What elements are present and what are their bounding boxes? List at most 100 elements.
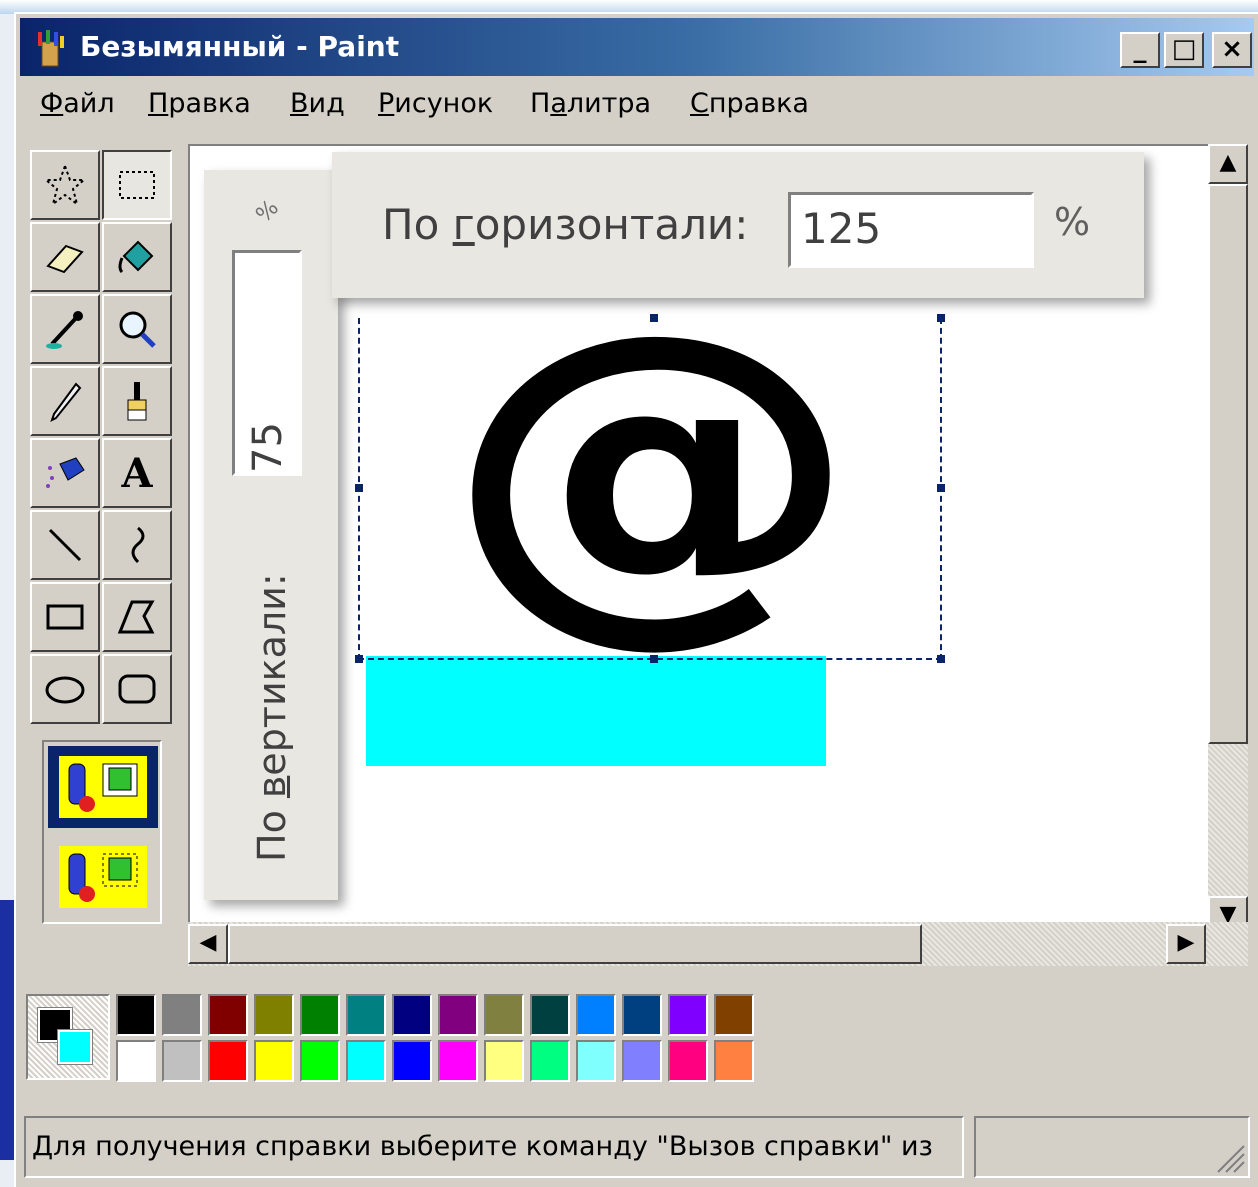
palette-swatch[interactable]: [208, 994, 248, 1036]
close-button[interactable]: ×: [1212, 32, 1252, 68]
menu-help[interactable]: Справка: [690, 88, 809, 119]
tool-rounded-rect[interactable]: [102, 654, 172, 724]
star-select-icon: [43, 163, 87, 207]
color-palette: [20, 976, 1254, 1096]
menu-image-accel: Р: [378, 88, 395, 119]
palette-swatch[interactable]: [576, 1040, 616, 1082]
horizontal-scroll-thumb[interactable]: [228, 924, 922, 964]
scroll-left-button[interactable]: ◀: [188, 924, 228, 964]
tool-rectangle[interactable]: [30, 582, 100, 652]
title-bar[interactable]: Безымянный - Paint _ □ ×: [20, 18, 1254, 76]
palette-swatch[interactable]: [116, 1040, 156, 1082]
at-sign-image: @: [445, 256, 859, 675]
palette-swatch[interactable]: [438, 1040, 478, 1082]
vertical-value-input[interactable]: 75: [232, 250, 302, 476]
palette-swatch[interactable]: [162, 1040, 202, 1082]
vertical-scrollbar[interactable]: ▲ ▼: [1208, 144, 1248, 936]
resize-handle-right[interactable]: [937, 484, 945, 492]
vertical-scroll-thumb[interactable]: [1208, 184, 1248, 744]
magnifier-icon: [119, 311, 156, 348]
minimize-button[interactable]: _: [1120, 32, 1160, 68]
opaque-mode-icon: [59, 756, 147, 818]
tool-magnifier[interactable]: [102, 294, 172, 364]
resize-handle-bottom-left[interactable]: [355, 655, 363, 663]
menu-help-accel: С: [690, 88, 709, 119]
tool-eraser[interactable]: [30, 222, 100, 292]
palette-swatch[interactable]: [116, 994, 156, 1036]
tool-fill[interactable]: [102, 222, 172, 292]
horizontal-label-pre: По: [382, 200, 453, 249]
tool-curve[interactable]: [102, 510, 172, 580]
percent-small-icon: %: [251, 198, 283, 226]
menu-file-accel: Ф: [40, 88, 64, 119]
tool-text[interactable]: A: [102, 438, 172, 508]
palette-swatch[interactable]: [484, 994, 524, 1036]
option-opaque[interactable]: [48, 746, 158, 828]
eyedropper-icon: [46, 311, 83, 349]
horizontal-label-accel: г: [452, 200, 475, 249]
palette-swatch[interactable]: [346, 994, 386, 1036]
background-color: [57, 1029, 93, 1065]
palette-swatch[interactable]: [622, 1040, 662, 1082]
transparent-mode-icon: [59, 846, 147, 908]
tool-options-box: [42, 740, 162, 924]
vertical-label-post: ертикали:: [250, 573, 294, 776]
menu-file[interactable]: Файл: [40, 88, 115, 119]
vertical-label-accel: в: [250, 775, 294, 799]
palette-swatch[interactable]: [300, 1040, 340, 1082]
scroll-up-button[interactable]: ▲: [1208, 144, 1248, 184]
palette-swatch[interactable]: [392, 994, 432, 1036]
horizontal-value-input[interactable]: 125: [788, 192, 1034, 268]
palette-swatch[interactable]: [438, 994, 478, 1036]
maximize-button[interactable]: □: [1164, 32, 1204, 68]
resize-handle-left[interactable]: [355, 484, 363, 492]
palette-swatch[interactable]: [668, 1040, 708, 1082]
menu-bar: Файл Правка Вид Рисунок Палитра Справка: [20, 80, 1254, 136]
palette-swatch[interactable]: [346, 1040, 386, 1082]
tool-ellipse[interactable]: [30, 654, 100, 724]
palette-swatch[interactable]: [714, 994, 754, 1036]
palette-swatch[interactable]: [484, 1040, 524, 1082]
palette-swatch[interactable]: [576, 994, 616, 1036]
palette-swatch[interactable]: [254, 1040, 294, 1082]
horizontal-scrollbar[interactable]: ◀ ▶: [188, 922, 1248, 966]
rect-select-icon: [119, 171, 155, 199]
menu-image[interactable]: Рисунок: [378, 88, 493, 119]
tool-free-select[interactable]: [30, 150, 100, 220]
palette-swatch[interactable]: [392, 1040, 432, 1082]
eraser-icon: [46, 244, 84, 274]
palette-swatch[interactable]: [622, 994, 662, 1036]
rounded-rect-icon: [118, 674, 156, 704]
tool-polygon[interactable]: [102, 582, 172, 652]
current-colors[interactable]: [26, 994, 110, 1080]
toolbox: A: [28, 148, 176, 728]
palette-swatch[interactable]: [714, 1040, 754, 1082]
tool-brush[interactable]: [102, 366, 172, 436]
palette-swatch[interactable]: [668, 994, 708, 1036]
tool-line[interactable]: [30, 510, 100, 580]
tool-rect-select[interactable]: [102, 150, 172, 220]
resize-handle-top-right[interactable]: [937, 314, 945, 322]
scroll-right-button[interactable]: ▶: [1166, 924, 1206, 964]
selection-frame[interactable]: @: [355, 276, 945, 663]
palette-swatch[interactable]: [530, 1040, 570, 1082]
tool-eyedropper[interactable]: [30, 294, 100, 364]
palette-swatch[interactable]: [208, 1040, 248, 1082]
palette-swatch[interactable]: [162, 994, 202, 1036]
palette-swatch[interactable]: [530, 994, 570, 1036]
menu-view[interactable]: Вид: [290, 88, 345, 119]
menu-edit[interactable]: Правка: [148, 88, 251, 119]
tool-airbrush[interactable]: [30, 438, 100, 508]
palette-swatch[interactable]: [254, 994, 294, 1036]
vertical-value: 75: [245, 422, 291, 473]
horizontal-label: По горизонтали:: [382, 200, 748, 249]
option-transparent[interactable]: [48, 836, 158, 918]
resize-handle-bottom-right[interactable]: [937, 655, 945, 663]
text-icon: A: [121, 449, 153, 497]
status-coordinates: [974, 1116, 1250, 1178]
tool-pencil[interactable]: [30, 366, 100, 436]
vertical-label: По вертикали:: [250, 573, 294, 862]
pencil-icon: [50, 382, 82, 422]
menu-palette[interactable]: Палитра: [530, 88, 651, 119]
palette-swatch[interactable]: [300, 994, 340, 1036]
